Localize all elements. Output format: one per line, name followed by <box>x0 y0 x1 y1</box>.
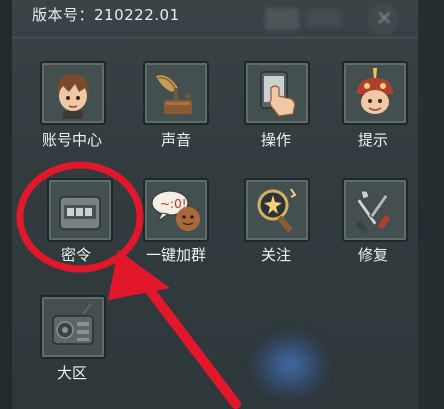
pointer-arrow-head <box>108 250 170 300</box>
pointer-arrow-shaft <box>131 267 241 409</box>
annotation-overlay <box>16 161 241 409</box>
light-glare <box>250 330 330 400</box>
